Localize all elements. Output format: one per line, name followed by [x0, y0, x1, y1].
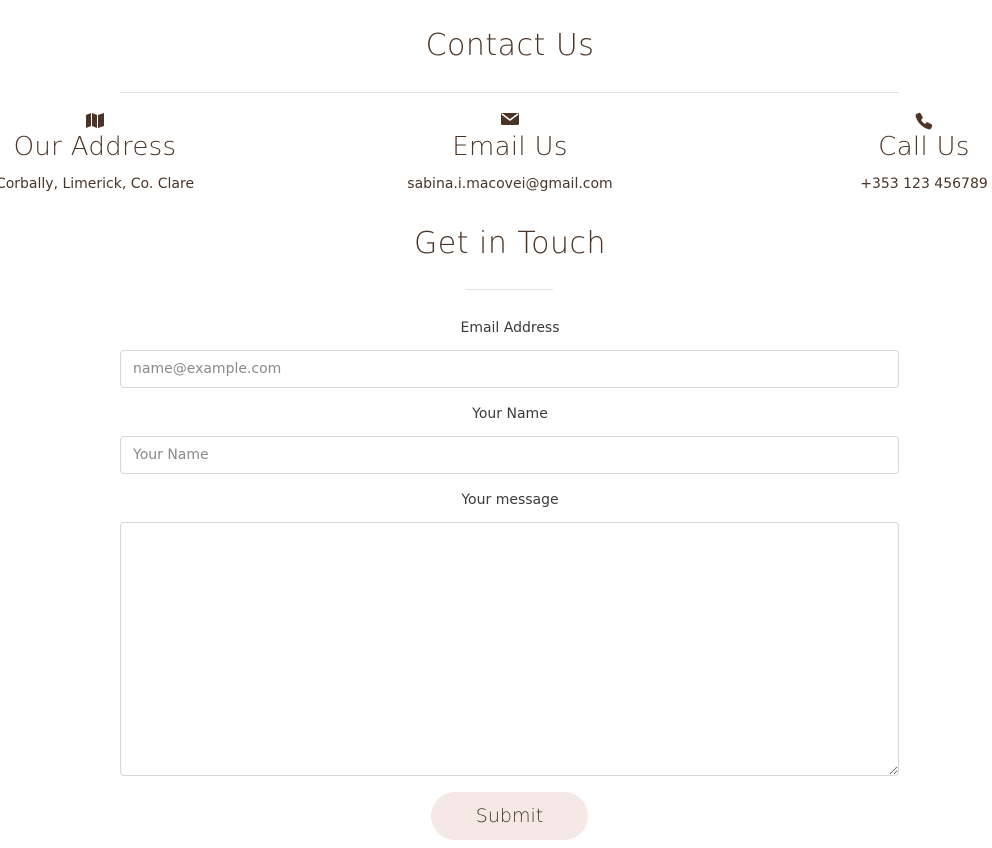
email-label: Email Address	[460, 320, 560, 336]
email-field[interactable]	[120, 350, 899, 388]
phone-value: +353 123 456789	[860, 176, 988, 192]
message-field[interactable]	[120, 522, 899, 776]
name-label: Your Name	[472, 406, 548, 422]
email-value: sabina.i.macovei@gmail.com	[407, 176, 613, 192]
phone-column: Call Us +353 123 456789	[794, 112, 992, 192]
message-label: Your message	[461, 492, 559, 508]
page-title: Contact Us	[425, 28, 595, 63]
title-divider	[120, 92, 899, 93]
phone-icon	[794, 112, 992, 130]
form-title: Get in Touch	[414, 226, 606, 261]
address-column: Our Address Corbally, Limerick, Co. Clar…	[0, 112, 225, 192]
phone-heading: Call Us	[878, 132, 970, 162]
name-field[interactable]	[120, 436, 899, 474]
submit-button[interactable]: Submit	[431, 792, 588, 840]
email-heading: Email Us	[452, 132, 568, 162]
envelope-icon	[380, 112, 640, 130]
form-title-divider	[466, 289, 553, 290]
map-icon	[0, 112, 225, 130]
email-column: Email Us sabina.i.macovei@gmail.com	[380, 112, 640, 192]
address-value: Corbally, Limerick, Co. Clare	[0, 176, 195, 192]
address-heading: Our Address	[13, 132, 177, 162]
